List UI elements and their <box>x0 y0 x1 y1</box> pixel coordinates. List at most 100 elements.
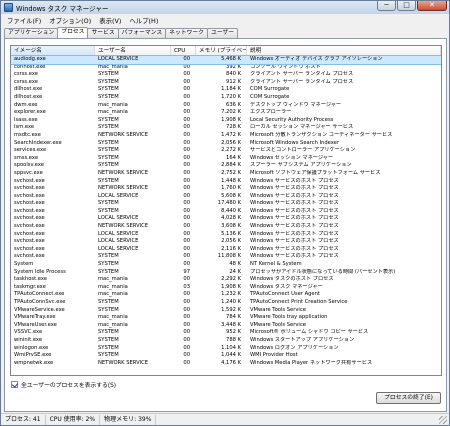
process-description: クライアント サーバー ランタイム プロセス <box>250 71 354 78</box>
process-description: VMware Tools Service <box>250 321 306 328</box>
process-image-name: sppsvc.exe <box>14 169 43 176</box>
menu-view[interactable]: 表示(V) <box>95 16 125 25</box>
table-row[interactable]: conhost.exe mac_mania 00 392 K コンソール ウィンドウ ホ… <box>11 64 441 72</box>
resize-grip[interactable] <box>439 416 447 424</box>
process-memory: 392 K <box>226 63 241 70</box>
table-row[interactable]: wininit.exe SYSTEM 00 788 K Windows スタートアップ … <box>11 337 441 345</box>
tab-applications[interactable]: アプリケーション <box>4 28 59 38</box>
table-row[interactable]: csrss.exe SYSTEM 00 840 K クライアント サーバー ランタイム … <box>11 71 441 79</box>
table-row[interactable]: taskhost.exe mac_mania 00 2,292 K Windows タス… <box>11 276 441 284</box>
process-list[interactable]: イメージ名 ユーザー名 CPU メモリ (プライベート ... 説明 audio… <box>10 45 442 376</box>
process-description: WMI Provider Host <box>250 352 298 359</box>
process-cpu: 00 <box>183 215 190 222</box>
process-cpu: 00 <box>183 78 190 85</box>
table-row[interactable]: wmpnetwk.exe NETWORK SERVICE 00 4,176 K Wind… <box>11 360 441 368</box>
table-row[interactable]: svchost.exe LOCAL SERVICE 00 5,136 K Windows… <box>11 231 441 239</box>
process-description: TPAutoConnect User Agent <box>250 291 320 298</box>
table-row[interactable]: svchost.exe LOCAL SERVICE 00 5,608 K Windows… <box>11 193 441 201</box>
process-user-name: LOCAL SERVICE <box>98 56 139 62</box>
column-header-user-name[interactable]: ユーザー名 <box>95 46 171 56</box>
table-row[interactable]: svchost.exe NETWORK SERVICE 00 1,760 K Windo… <box>11 185 441 193</box>
table-row[interactable]: VMwareUser.exe mac_mania 00 3,448 K VMware T… <box>11 322 441 330</box>
table-row[interactable]: System Idle Process SYSTEM 97 24 K プロセッサがアイド… <box>11 269 441 277</box>
window-controls: ─ □ ✕ <box>377 1 447 11</box>
process-memory: 2,292 K <box>221 276 241 283</box>
table-row[interactable]: svchost.exe SYSTEM 00 8,440 K Windows サービスのホ… <box>11 208 441 216</box>
show-all-users-checkbox[interactable] <box>11 381 18 388</box>
process-memory: 5,136 K <box>221 230 241 237</box>
process-user-name: mac_mania <box>98 63 128 70</box>
table-row[interactable]: VSSVC.exe SYSTEM 00 952 K Microsoft® ボリューム シ… <box>11 329 441 337</box>
table-row[interactable]: TPAutoConnect.exe mac_mania 00 1,232 K TPAut… <box>11 291 441 299</box>
process-description: Windows オーディオ デバイス グラフ アイソレーション <box>250 56 383 62</box>
process-memory: 2,056 K <box>221 139 241 146</box>
table-row[interactable]: WmiPrvSE.exe SYSTEM 00 1,044 K WMI Provider … <box>11 352 441 360</box>
column-header-image-name[interactable]: イメージ名 <box>11 46 95 56</box>
table-row[interactable]: SearchIndexer.exe SYSTEM 00 2,056 K Microsof… <box>11 140 441 148</box>
table-row[interactable]: dllhost.exe SYSTEM 00 1,184 K COM Surrogate <box>11 86 441 94</box>
process-cpu: 00 <box>183 230 190 237</box>
process-image-name: TPAutoConnect.exe <box>14 291 65 298</box>
process-description: エクスプローラー <box>250 109 292 116</box>
process-user-name: mac_mania <box>98 314 128 321</box>
table-row[interactable]: dwm.exe mac_mania 00 636 K デスクトップ ウィンドウ マネージ… <box>11 102 441 110</box>
table-row[interactable]: TPAutoConnSvc.exe SYSTEM 00 1,240 K TPAutoCo… <box>11 299 441 307</box>
process-image-name: svchost.exe <box>14 238 45 245</box>
table-row[interactable]: lsm.exe SYSTEM 00 728 K ローカル セッション マネージャー サー… <box>11 124 441 132</box>
table-row[interactable]: svchost.exe SYSTEM 00 1,448 K Windows サービスのホ… <box>11 178 441 186</box>
tab-networking[interactable]: ネットワーク <box>165 28 208 38</box>
table-row[interactable]: svchost.exe LOCAL SERVICE 00 2,056 K Windows… <box>11 238 441 246</box>
process-cpu: 00 <box>183 154 190 161</box>
tab-services[interactable]: サービス <box>87 28 119 38</box>
process-image-name: services.exe <box>14 147 47 154</box>
maximize-button[interactable]: □ <box>397 1 416 11</box>
menu-file[interactable]: ファイル(F) <box>3 16 45 25</box>
tab-processes[interactable]: プロセス <box>57 27 89 38</box>
process-memory: 7,202 K <box>221 109 241 116</box>
table-row[interactable]: svchost.exe LOCAL SERVICE 00 4,028 K Windows… <box>11 215 441 223</box>
process-user-name: mac_mania <box>98 276 128 283</box>
show-all-users-label: 全ユーザーのプロセスを表示する(S) <box>21 383 117 389</box>
column-header-cpu[interactable]: CPU <box>171 46 196 56</box>
table-row[interactable]: svchost.exe NETWORK SERVICE 00 3,608 K Windo… <box>11 223 441 231</box>
table-row[interactable]: dllhost.exe SYSTEM 00 1,720 K COM Surrogate <box>11 94 441 102</box>
process-cpu: 00 <box>183 344 190 351</box>
menu-help[interactable]: ヘルプ(H) <box>125 16 162 25</box>
table-row[interactable]: winlogon.exe SYSTEM 00 1,104 K Windows ログオン … <box>11 345 441 353</box>
table-row[interactable]: lsass.exe SYSTEM 00 1,908 K Local Security A… <box>11 117 441 125</box>
column-header-memory[interactable]: メモリ (プライベート ... <box>196 46 247 56</box>
minimize-button[interactable]: ─ <box>377 1 396 11</box>
table-row[interactable]: sppsvc.exe NETWORK SERVICE 00 2,752 K Micros… <box>11 170 441 178</box>
table-row[interactable]: svchost.exe SYSTEM 00 11,808 K Windows サービスの… <box>11 253 441 261</box>
table-row[interactable]: spoolsv.exe SYSTEM 00 2,884 K スプーラー サブシステム ア… <box>11 162 441 170</box>
process-memory: 164 K <box>226 154 241 161</box>
table-row[interactable]: msdtc.exe NETWORK SERVICE 00 1,472 K Microso… <box>11 132 441 140</box>
process-user-name: SYSTEM <box>98 78 119 85</box>
process-memory: 2,884 K <box>221 162 241 169</box>
title-bar[interactable]: Windows タスク マネージャー ─ □ ✕ <box>1 1 449 14</box>
table-row[interactable]: services.exe SYSTEM 00 2,272 K サービスとコントローラー … <box>11 147 441 155</box>
process-description: Windows タスク マネージャー <box>250 283 323 290</box>
table-row[interactable]: explorer.exe mac_mania 00 7,202 K エクスプローラー <box>11 109 441 117</box>
table-row[interactable]: taskmgr.exe mac_mania 03 1,908 K Windows タスク… <box>11 284 441 292</box>
close-button[interactable]: ✕ <box>417 1 447 11</box>
table-row[interactable]: smss.exe SYSTEM 00 164 K Windows セッション マネージャ… <box>11 155 441 163</box>
process-memory: 2,752 K <box>221 169 241 176</box>
table-row[interactable]: svchost.exe SYSTEM 00 17,480 K Windows サービスの… <box>11 200 441 208</box>
table-row[interactable]: VMwareService.exe SYSTEM 00 1,592 K VMware T… <box>11 307 441 315</box>
end-process-button[interactable]: プロセスの終了(E) <box>376 392 441 404</box>
menu-options[interactable]: オプション(O) <box>45 16 95 25</box>
table-row[interactable]: svchost.exe LOCAL SERVICE 00 2,116 K Windows… <box>11 246 441 254</box>
process-image-name: wmpnetwk.exe <box>14 359 54 366</box>
table-row[interactable]: VMwareTray.exe mac_mania 00 784 K VMware Too… <box>11 314 441 322</box>
process-cpu: 00 <box>183 116 190 123</box>
show-all-users-option[interactable]: 全ユーザーのプロセスを表示する(S) <box>11 380 116 389</box>
table-row[interactable]: System SYSTEM 00 48 K NT Kernel & System <box>11 261 441 269</box>
table-row[interactable]: csrss.exe SYSTEM 00 912 K クライアント サーバー ランタイム … <box>11 79 441 87</box>
table-row[interactable]: audiodg.exe LOCAL SERVICE 00 5,468 K Windows… <box>11 55 441 65</box>
column-header-description[interactable]: 説明 <box>247 46 441 56</box>
tab-performance[interactable]: パフォーマンス <box>117 28 167 38</box>
process-memory: 1,472 K <box>221 131 241 138</box>
tab-users[interactable]: ユーザー <box>206 28 239 38</box>
process-cpu: 00 <box>183 131 190 138</box>
